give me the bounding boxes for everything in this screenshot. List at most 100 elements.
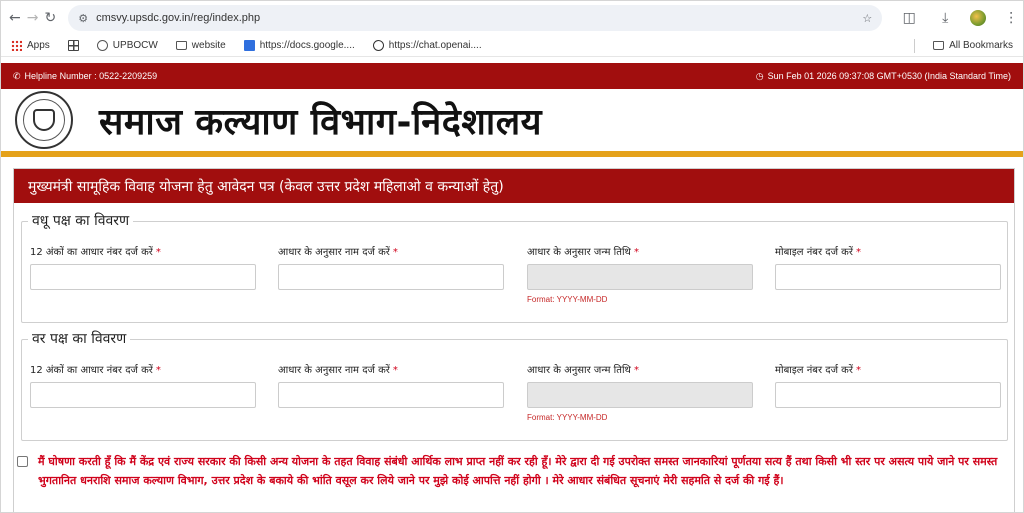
bookmark-chat[interactable]: https://chat.openai.... <box>372 40 482 51</box>
declaration-checkbox[interactable] <box>17 456 28 467</box>
datetime-text: Sun Feb 01 2026 09:37:08 GMT+0530 (India… <box>767 71 1011 81</box>
required-mark: * <box>855 365 861 376</box>
menu-icon[interactable]: ⋮ <box>1000 7 1022 29</box>
bride-name-label: आधार के अनुसार नाम दर्ज करें * <box>278 244 504 258</box>
docs-icon <box>243 40 255 51</box>
all-bookmarks-label: All Bookmarks <box>949 40 1013 51</box>
url-text[interactable]: cmsvy.upsdc.gov.in/reg/index.php <box>96 12 854 24</box>
bride-dob-group: आधार के अनुसार जन्म तिथि * Format: YYYY-M… <box>527 244 753 304</box>
bride-aadhaar-group: 12 अंकों का आधार नंबर दर्ज करें * <box>30 244 256 290</box>
required-mark: * <box>633 365 639 376</box>
bride-legend: वधू पक्ष का विवरण <box>28 211 134 230</box>
chatgpt-icon <box>372 40 384 51</box>
groom-legend: वर पक्ष का विवरण <box>28 329 131 348</box>
required-mark: * <box>855 247 861 258</box>
groom-name-group: आधार के अनुसार नाम दर्ज करें * <box>278 362 504 408</box>
emblem-shield <box>33 109 55 131</box>
bookmark-label: UPBOCW <box>112 40 158 51</box>
extensions-icon[interactable]: ◫ <box>898 7 920 29</box>
bookmark-star-icon[interactable]: ☆ <box>862 12 872 25</box>
bride-dob-hint: Format: YYYY-MM-DD <box>527 295 608 304</box>
bookmark-label: Apps <box>27 40 50 51</box>
arrow-left-icon: ← <box>9 10 21 26</box>
label-text: मोबाइल नंबर दर्ज करें <box>775 365 853 376</box>
government-emblem-icon <box>15 91 73 149</box>
required-mark: * <box>155 365 161 376</box>
groom-mobile-group: मोबाइल नंबर दर्ज करें * <box>775 362 1001 408</box>
forward-button[interactable]: → <box>27 7 39 29</box>
groom-aadhaar-label: 12 अंकों का आधार नंबर दर्ज करें * <box>30 362 256 376</box>
bookmark-grid[interactable] <box>67 40 79 51</box>
reload-button[interactable]: ↻ <box>44 7 56 29</box>
bride-aadhaar-input[interactable] <box>30 264 256 290</box>
bride-mobile-label: मोबाइल नंबर दर्ज करें * <box>775 244 1001 258</box>
bookmark-label: https://chat.openai.... <box>388 40 482 51</box>
reload-icon: ↻ <box>44 10 57 26</box>
groom-aadhaar-group: 12 अंकों का आधार नंबर दर्ज करें * <box>30 362 256 408</box>
folder-icon <box>933 41 945 50</box>
groom-mobile-label: मोबाइल नंबर दर्ज करें * <box>775 362 1001 376</box>
required-mark: * <box>633 247 639 258</box>
groom-name-label: आधार के अनुसार नाम दर्ज करें * <box>278 362 504 376</box>
all-bookmarks[interactable]: All Bookmarks <box>933 40 1013 51</box>
helpline: ✆ Helpline Number : 0522-2209259 <box>13 71 157 82</box>
bookmark-label: website <box>191 40 226 51</box>
site-settings-icon[interactable]: ⚙ <box>78 12 88 25</box>
grid-icon <box>67 40 79 51</box>
bookmark-apps[interactable]: Apps <box>11 40 50 51</box>
groom-dob-group: आधार के अनुसार जन्म तिथि * Format: YYYY-M… <box>527 362 753 422</box>
download-icon[interactable]: ⤓ <box>934 7 956 29</box>
bride-aadhaar-label: 12 अंकों का आधार नंबर दर्ज करें * <box>30 244 256 258</box>
groom-name-input[interactable] <box>278 382 504 408</box>
apps-icon <box>11 40 22 51</box>
folder-icon <box>175 41 187 50</box>
groom-section: वर पक्ष का विवरण 12 अंकों का आधार नंबर द… <box>21 329 1008 441</box>
bookmark-docs[interactable]: https://docs.google.... <box>243 40 355 51</box>
label-text: 12 अंकों का आधार नंबर दर्ज करें <box>30 365 153 376</box>
bookmark-website[interactable]: website <box>175 40 226 51</box>
datetime: ◷ Sun Feb 01 2026 09:37:08 GMT+0530 (Ind… <box>756 71 1011 82</box>
bride-section: वधू पक्ष का विवरण 12 अंकों का आधार नंबर … <box>21 211 1008 323</box>
declaration: मैं घोषणा करती हूँ कि मैं केंद्र एवं राज… <box>17 452 1017 490</box>
bride-name-input[interactable] <box>278 264 504 290</box>
groom-mobile-input[interactable] <box>775 382 1001 408</box>
label-text: मोबाइल नंबर दर्ज करें <box>775 247 853 258</box>
bride-mobile-group: मोबाइल नंबर दर्ज करें * <box>775 244 1001 290</box>
form-heading: मुख्यमंत्री सामूहिक विवाह योजना हेतु आवे… <box>14 169 1014 203</box>
required-mark: * <box>392 365 398 376</box>
site-header: समाज कल्याण विभाग-निदेशालय <box>1 89 1023 151</box>
bookmarks-bar: Apps UPBOCW website https://docs.google.… <box>1 35 1023 57</box>
browser-toolbar: ← → ↻ ⚙ cmsvy.upsdc.gov.in/reg/index.php… <box>1 1 1023 35</box>
bride-mobile-input[interactable] <box>775 264 1001 290</box>
clock-icon: ◷ <box>755 70 764 81</box>
groom-dob-label: आधार के अनुसार जन्म तिथि * <box>527 362 753 376</box>
declaration-text: मैं घोषणा करती हूँ कि मैं केंद्र एवं राज… <box>38 455 998 487</box>
arrow-right-icon: → <box>26 10 39 26</box>
label-text: आधार के अनुसार नाम दर्ज करें <box>278 365 390 376</box>
helpline-text: Helpline Number : 0522-2209259 <box>24 71 158 81</box>
department-title: समाज कल्याण विभाग-निदेशालय <box>99 101 542 143</box>
groom-dob-input[interactable] <box>527 382 753 408</box>
bride-dob-label: आधार के अनुसार जन्म तिथि * <box>527 244 753 258</box>
address-bar[interactable]: ⚙ cmsvy.upsdc.gov.in/reg/index.php ☆ <box>68 5 883 31</box>
label-text: आधार के अनुसार जन्म तिथि <box>527 365 631 376</box>
site-top-bar: ✆ Helpline Number : 0522-2209259 ◷ Sun F… <box>1 63 1023 89</box>
bride-dob-input[interactable] <box>527 264 753 290</box>
bookmarks-separator <box>914 38 916 53</box>
label-text: आधार के अनुसार नाम दर्ज करें <box>278 247 390 258</box>
required-mark: * <box>392 247 398 258</box>
browser-window: ← → ↻ ⚙ cmsvy.upsdc.gov.in/reg/index.php… <box>0 0 1024 513</box>
groom-aadhaar-input[interactable] <box>30 382 256 408</box>
globe-icon <box>96 40 108 51</box>
bookmark-label: https://docs.google.... <box>259 40 355 51</box>
profile-avatar[interactable] <box>970 10 987 26</box>
back-button[interactable]: ← <box>9 7 21 29</box>
label-text: आधार के अनुसार जन्म तिथि <box>527 247 631 258</box>
header-divider <box>1 151 1023 157</box>
label-text: 12 अंकों का आधार नंबर दर्ज करें <box>30 247 153 258</box>
bookmark-upbocw[interactable]: UPBOCW <box>96 40 158 51</box>
phone-icon: ✆ <box>13 70 21 81</box>
groom-dob-hint: Format: YYYY-MM-DD <box>527 413 608 422</box>
required-mark: * <box>155 247 161 258</box>
bride-name-group: आधार के अनुसार नाम दर्ज करें * <box>278 244 504 290</box>
